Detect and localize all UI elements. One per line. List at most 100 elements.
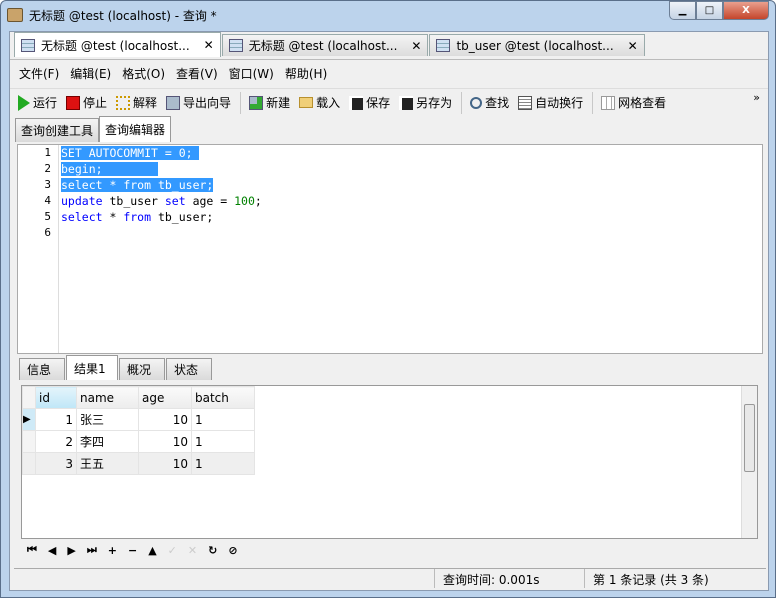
grid-view-button[interactable]: 网格查看 — [601, 94, 666, 111]
query-icon — [228, 39, 243, 52]
cell-batch[interactable]: 1 — [191, 430, 255, 453]
column-header-id[interactable]: id — [35, 386, 77, 409]
label: 新建 — [266, 96, 291, 110]
stop-refresh-icon[interactable]: ⊘ — [228, 544, 237, 557]
stop-button[interactable]: 停止 — [66, 94, 107, 111]
row-header — [22, 452, 36, 475]
next-record-icon[interactable]: ▶ — [67, 544, 75, 557]
doc-tab-3[interactable]: tb_user @test (localhost... ✕ — [429, 34, 645, 56]
row-header — [22, 430, 36, 453]
doc-tab-2[interactable]: 无标题 @test (localhost... ✕ — [221, 34, 429, 56]
close-tab-icon[interactable]: ✕ — [411, 39, 421, 53]
line-number: 1 — [44, 146, 51, 159]
label: 解释 — [133, 96, 158, 110]
toolbar: 运行 停止 解释 导出向导 新建 载入 保存 另存为 查找 自动换行 网格查看 … — [10, 88, 768, 116]
cell-age[interactable]: 10 — [138, 408, 192, 431]
menu-edit[interactable]: 编辑(E) — [70, 65, 111, 82]
close-tab-icon[interactable]: ✕ — [628, 39, 638, 53]
tab-profile[interactable]: 概况 — [119, 358, 165, 380]
cell-name[interactable]: 张三 — [76, 408, 139, 431]
tab-label: 无标题 @test (localhost... — [41, 38, 190, 53]
label: 查找 — [485, 96, 510, 110]
label: 保存 — [366, 96, 391, 110]
explain-button[interactable]: 解释 — [116, 94, 157, 111]
app-icon — [7, 8, 23, 22]
cell-id[interactable]: 1 — [35, 408, 77, 431]
cell-id[interactable]: 3 — [35, 452, 77, 475]
load-button[interactable]: 载入 — [299, 94, 340, 111]
play-icon — [18, 94, 30, 111]
doc-tab-1[interactable]: 无标题 @test (localhost... ✕ — [14, 32, 221, 57]
apply-icon[interactable]: ✓ — [168, 544, 177, 557]
delete-record-icon[interactable]: − — [128, 544, 137, 557]
cell-name[interactable]: 王五 — [76, 452, 139, 475]
table-row[interactable]: 2 李四 10 1 — [22, 430, 255, 453]
cell-name[interactable]: 李四 — [76, 430, 139, 453]
label: 网格查看 — [618, 96, 667, 110]
table-icon — [436, 39, 451, 52]
menu-view[interactable]: 查看(V) — [176, 65, 218, 82]
last-record-icon[interactable]: ⏭ — [87, 543, 97, 557]
code-line-2: begin; — [61, 162, 158, 176]
minimize-button[interactable]: ▁ — [669, 1, 696, 20]
tab-query-builder[interactable]: 查询创建工具 — [15, 118, 100, 142]
run-button[interactable]: 运行 — [18, 94, 57, 111]
vertical-scrollbar[interactable] — [741, 386, 757, 538]
menu-window[interactable]: 窗口(W) — [229, 65, 274, 82]
title-bar: 无标题 @test (localhost) - 查询 * — [7, 6, 217, 24]
line-number: 5 — [44, 210, 51, 223]
first-record-icon[interactable]: ⏮ — [27, 543, 37, 557]
column-header-batch[interactable]: batch — [191, 386, 255, 409]
menu-file[interactable]: 文件(F) — [19, 65, 59, 82]
tab-query-editor[interactable]: 查询编辑器 — [99, 116, 172, 142]
toolbar-overflow-icon[interactable]: » — [753, 91, 760, 104]
code-area[interactable]: SET AUTOCOMMIT = 0; begin; select * from… — [60, 145, 262, 241]
line-number: 6 — [44, 226, 51, 239]
menu-format[interactable]: 格式(O) — [122, 65, 165, 82]
cancel-icon[interactable]: ✕ — [188, 544, 197, 557]
cell-age[interactable]: 10 — [138, 452, 192, 475]
query-icon — [21, 38, 35, 52]
tab-status[interactable]: 状态 — [166, 358, 212, 380]
status-bar: 查询时间: 0.001s 第 1 条记录 (共 3 条) — [14, 568, 766, 588]
new-icon — [249, 95, 264, 110]
up-icon[interactable]: ▲ — [148, 544, 156, 557]
table-row[interactable]: 3 王五 10 1 — [22, 452, 255, 475]
tab-result1[interactable]: 结果1 — [66, 355, 118, 380]
menu-help[interactable]: 帮助(H) — [285, 65, 327, 82]
current-row-indicator-icon: ▶ — [22, 408, 36, 431]
cell-age[interactable]: 10 — [138, 430, 192, 453]
export-button[interactable]: 导出向导 — [166, 94, 231, 111]
save-as-button[interactable]: 另存为 — [399, 94, 452, 111]
table-row[interactable]: ▶ 1 张三 10 1 — [22, 408, 255, 431]
column-header-age[interactable]: age — [138, 386, 192, 409]
word-wrap-button[interactable]: 自动换行 — [518, 94, 583, 111]
scrollbar-thumb[interactable] — [744, 404, 755, 472]
prev-record-icon[interactable]: ◀ — [48, 544, 56, 557]
maximize-button[interactable]: □ — [696, 1, 723, 20]
new-button[interactable]: 新建 — [249, 94, 290, 111]
wrap-icon — [518, 95, 533, 110]
cell-batch[interactable]: 1 — [191, 452, 255, 475]
save-as-icon — [399, 95, 414, 110]
line-number: 4 — [44, 194, 51, 207]
save-button[interactable]: 保存 — [349, 94, 390, 111]
label: 另存为 — [416, 96, 453, 110]
label: 停止 — [83, 96, 108, 110]
label: 导出向导 — [183, 96, 232, 110]
add-record-icon[interactable]: + — [108, 544, 117, 557]
explain-icon — [116, 95, 131, 110]
tab-info[interactable]: 信息 — [19, 358, 65, 380]
cell-id[interactable]: 2 — [35, 430, 77, 453]
find-button[interactable]: 查找 — [470, 94, 509, 111]
app-window: 无标题 @test (localhost) - 查询 * ▁ □ X 无标题 @… — [0, 0, 776, 598]
refresh-icon[interactable]: ↻ — [208, 544, 217, 557]
column-header-name[interactable]: name — [76, 386, 139, 409]
close-tab-icon[interactable]: ✕ — [204, 38, 214, 52]
tab-label: 无标题 @test (localhost... — [248, 39, 398, 53]
sql-editor[interactable]: 1 2 3 4 5 6 SET AUTOCOMMIT = 0; begin; s… — [17, 144, 763, 354]
close-button[interactable]: X — [723, 1, 769, 20]
result-grid[interactable]: id name age batch ▶ 1 张三 10 1 2 李四 10 1 … — [21, 385, 758, 539]
cell-batch[interactable]: 1 — [191, 408, 255, 431]
